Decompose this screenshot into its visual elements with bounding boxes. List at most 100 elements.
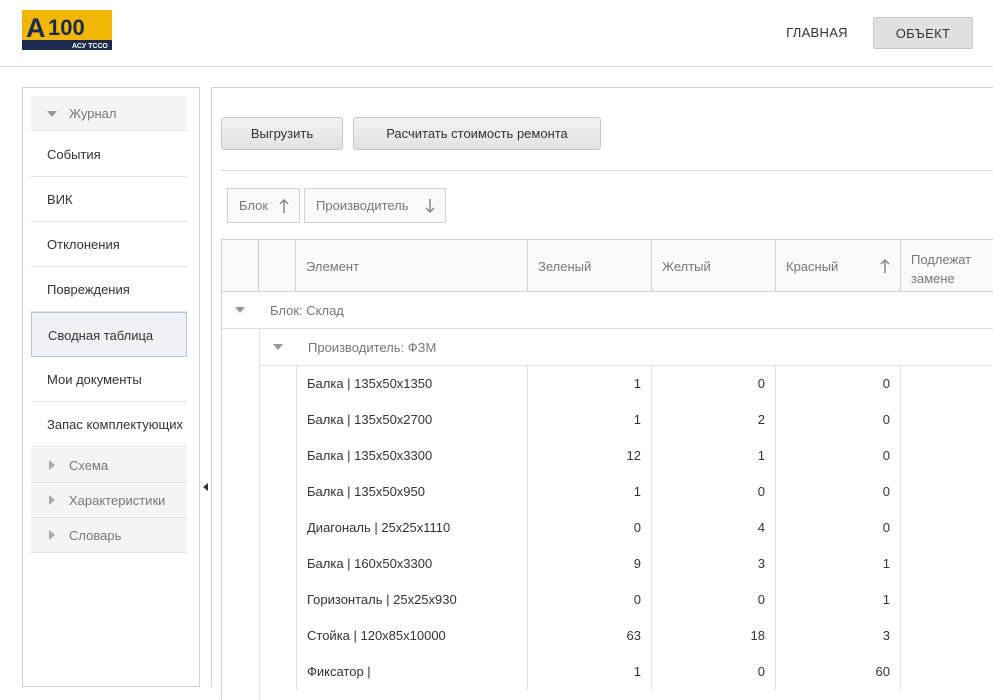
sidebar-item-vik[interactable]: ВИК <box>31 177 187 222</box>
cell-red: 3 <box>776 618 901 654</box>
cell-green: 1 <box>528 402 652 438</box>
table-row[interactable]: Стойка | 120x85x10000 63 18 3 <box>296 618 993 654</box>
table-row[interactable]: Горизонталь | 25x25x930 0 0 1 <box>296 582 993 618</box>
sort-chip-block[interactable]: Блок <box>227 188 300 223</box>
sidebar-group-label: Схема <box>69 458 109 473</box>
chevron-right-icon <box>49 530 55 540</box>
cell-to-replace <box>901 546 993 582</box>
cell-element: Балка | 135x50x1350 <box>296 366 528 402</box>
cell-green: 63 <box>528 618 652 654</box>
cell-element: Фиксатор | <box>296 654 528 690</box>
chevron-right-icon <box>49 460 55 470</box>
sidebar-group-dictionary[interactable]: Словарь <box>31 518 187 553</box>
sidebar-group-characteristics[interactable]: Характеристики <box>31 483 187 518</box>
chevron-down-icon <box>273 344 283 350</box>
cell-to-replace <box>901 582 993 618</box>
cell-yellow: 4 <box>652 510 776 546</box>
sort-chip-label: Производитель <box>316 198 409 213</box>
summary-grid: Элемент Зеленый Желтый Красный Подлежат з… <box>221 239 993 700</box>
cell-to-replace <box>901 402 993 438</box>
cell-element: Балка | 135x50x2700 <box>296 402 528 438</box>
export-button[interactable]: Выгрузить <box>221 117 343 150</box>
table-row[interactable]: Балка | 135x50x2700 1 2 0 <box>296 402 993 438</box>
sidebar-item-my-documents[interactable]: Мои документы <box>31 357 187 402</box>
cell-element: Балка | 160x50x3300 <box>296 546 528 582</box>
calculate-repair-cost-button[interactable]: Расчитать стоимость ремонта <box>353 117 601 150</box>
cell-green: 1 <box>528 654 652 690</box>
cell-red: 60 <box>776 654 901 690</box>
cell-to-replace <box>901 438 993 474</box>
cell-red: 0 <box>776 402 901 438</box>
cell-yellow: 1 <box>652 438 776 474</box>
arrow-up-icon <box>880 258 890 273</box>
cell-green: 1 <box>528 366 652 402</box>
sidebar-item-spare-parts[interactable]: Запас комплектующих <box>31 402 187 447</box>
column-header-green[interactable]: Зеленый <box>528 240 652 292</box>
group-row-block[interactable]: Блок: Склад <box>222 292 993 329</box>
table-row[interactable]: Балка | 160x50x3300 9 3 1 <box>296 546 993 582</box>
cell-red: 1 <box>776 582 901 618</box>
cell-red: 1 <box>776 546 901 582</box>
group-indent <box>259 366 296 700</box>
cell-to-replace <box>901 654 993 690</box>
sidebar-group-scheme[interactable]: Схема <box>31 448 187 483</box>
group-label: Блок: Склад <box>270 303 344 318</box>
table-row[interactable]: Балка | 135x50x3300 12 1 0 <box>296 438 993 474</box>
sidebar: Журнал События ВИК Отклонения Повреждени… <box>22 87 200 687</box>
divider <box>221 170 993 171</box>
group-label: Производитель: ФЗМ <box>308 340 437 355</box>
cell-yellow: 0 <box>652 582 776 618</box>
main-panel: Выгрузить Расчитать стоимость ремонта Бл… <box>211 87 993 700</box>
table-row[interactable]: Балка | 135x50x1350 1 0 0 <box>296 366 993 402</box>
sidebar-group-journal[interactable]: Журнал <box>31 96 187 131</box>
nav-object[interactable]: ОБЪЕКТ <box>873 17 973 49</box>
sidebar-item-damages[interactable]: Повреждения <box>31 267 187 312</box>
sort-chip-label: Блок <box>239 198 269 213</box>
sort-chip-manufacturer[interactable]: Производитель <box>304 188 446 223</box>
cell-to-replace <box>901 366 993 402</box>
arrow-up-icon <box>279 198 289 213</box>
cell-element: Стойка | 120x85x10000 <box>296 618 528 654</box>
cell-to-replace <box>901 510 993 546</box>
table-row[interactable]: Фиксатор | 1 0 60 <box>296 654 993 690</box>
cell-green: 12 <box>528 438 652 474</box>
cell-element: Балка | 135x50x3300 <box>296 438 528 474</box>
group-row-manufacturer[interactable]: Производитель: ФЗМ <box>259 329 993 366</box>
cell-yellow: 2 <box>652 402 776 438</box>
cell-red: 0 <box>776 438 901 474</box>
cell-element: Горизонталь | 25x25x930 <box>296 582 528 618</box>
chevron-right-icon <box>49 495 55 505</box>
sidebar-group-label: Словарь <box>69 528 122 543</box>
cell-green: 1 <box>528 474 652 510</box>
column-header-element[interactable]: Элемент <box>296 240 528 292</box>
nav-main[interactable]: ГЛАВНАЯ <box>774 17 860 49</box>
top-nav: ГЛАВНАЯ ОБЪЕКТ <box>0 17 993 49</box>
grid-header-expander <box>259 240 296 292</box>
column-header-red[interactable]: Красный <box>776 240 901 292</box>
cell-yellow: 18 <box>652 618 776 654</box>
sidebar-group-label: Журнал <box>69 106 117 121</box>
cell-yellow: 0 <box>652 654 776 690</box>
cell-element: Балка | 135x50x950 <box>296 474 528 510</box>
chevron-down-icon <box>47 111 57 117</box>
cell-green: 0 <box>528 582 652 618</box>
cell-red: 0 <box>776 474 901 510</box>
sidebar-collapse-icon[interactable] <box>203 483 208 491</box>
sidebar-item-events[interactable]: События <box>31 132 187 177</box>
app-header: A 100 АСУ ТССО ГЛАВНАЯ ОБЪЕКТ <box>0 0 993 67</box>
cell-to-replace <box>901 474 993 510</box>
sidebar-item-deviations[interactable]: Отклонения <box>31 222 187 267</box>
column-header-yellow[interactable]: Желтый <box>652 240 776 292</box>
cell-red: 0 <box>776 510 901 546</box>
cell-green: 9 <box>528 546 652 582</box>
arrow-down-icon <box>425 199 435 214</box>
sidebar-group-label: Характеристики <box>69 493 166 508</box>
cell-element: Диагональ | 25x25x1110 <box>296 510 528 546</box>
column-header-to-replace[interactable]: Подлежат замене <box>901 240 993 292</box>
cell-yellow: 0 <box>652 474 776 510</box>
table-row[interactable]: Балка | 135x50x950 1 0 0 <box>296 474 993 510</box>
grid-header-expander <box>222 240 259 292</box>
cell-red: 0 <box>776 366 901 402</box>
sidebar-item-summary-table[interactable]: Сводная таблица <box>31 312 187 357</box>
table-row[interactable]: Диагональ | 25x25x1110 0 4 0 <box>296 510 993 546</box>
